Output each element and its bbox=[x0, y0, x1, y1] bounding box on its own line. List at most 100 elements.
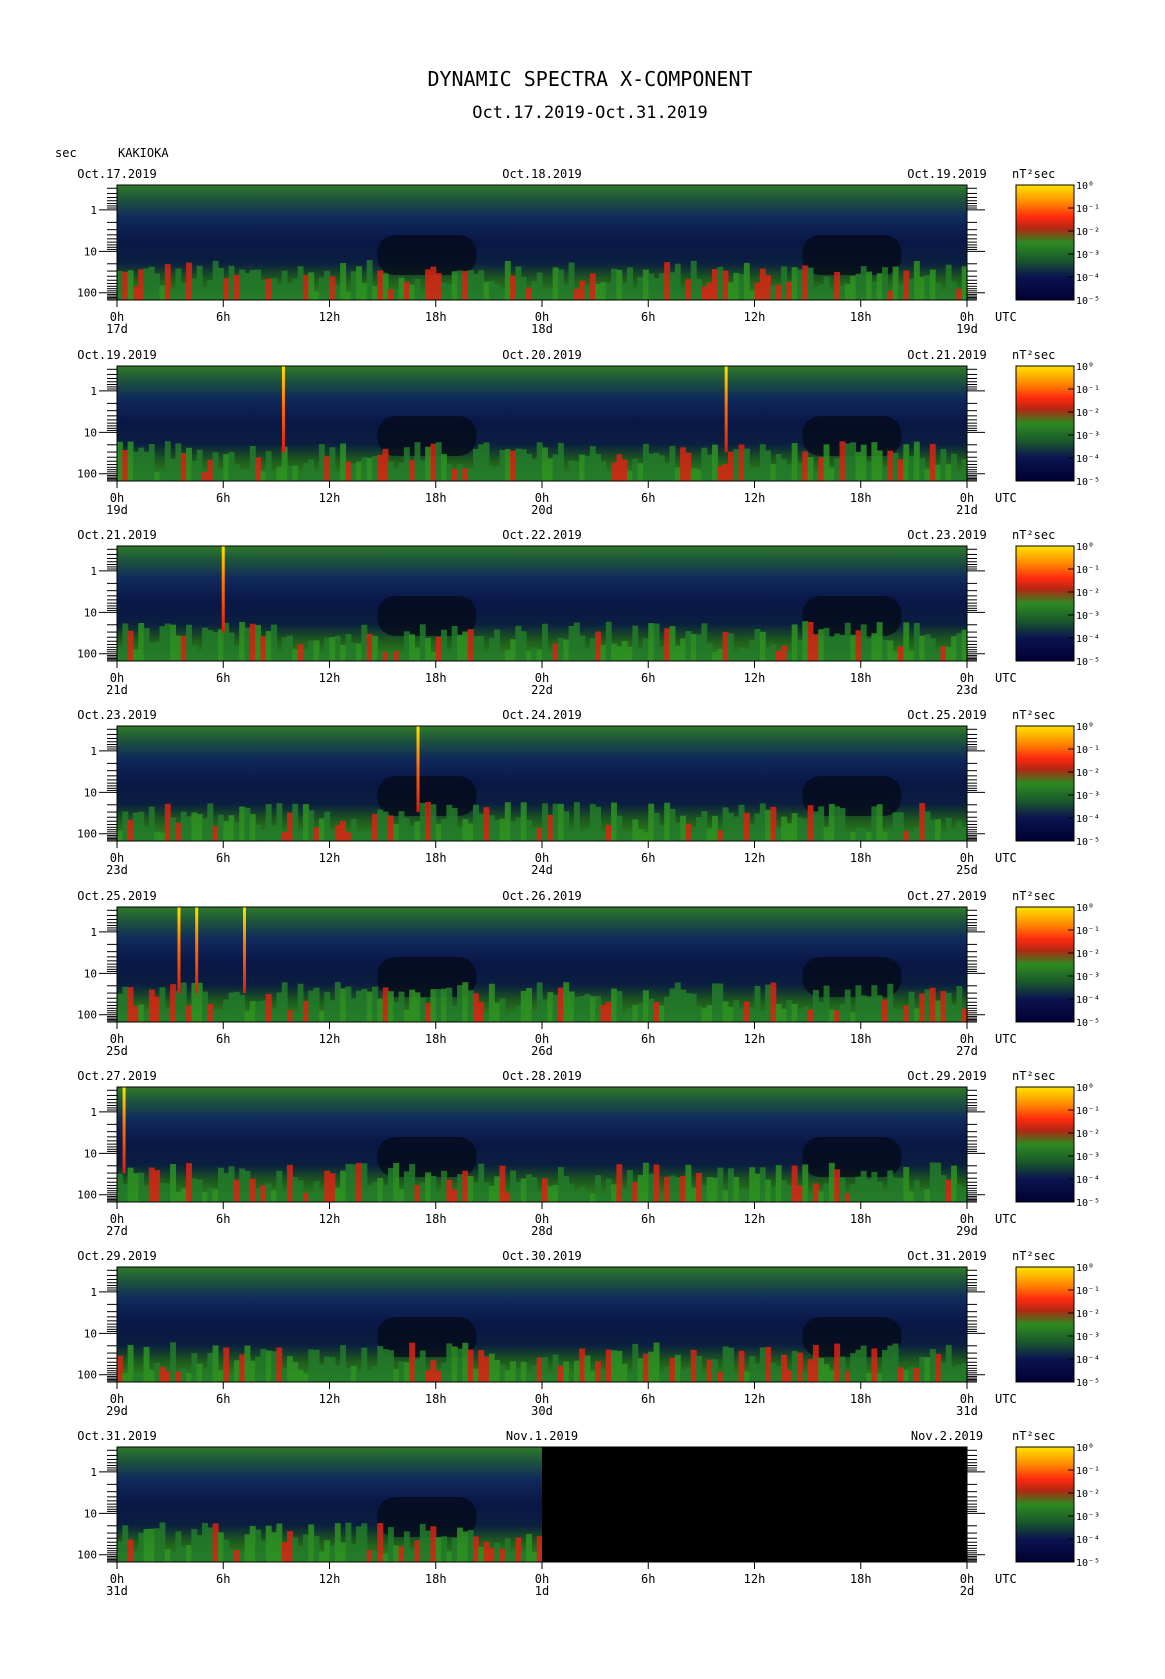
activity-bar bbox=[882, 831, 888, 841]
activity-bar bbox=[451, 271, 458, 300]
activity-bar bbox=[706, 282, 713, 300]
activity-bar bbox=[159, 987, 166, 1022]
activity-bar bbox=[223, 454, 230, 481]
activity-bar bbox=[834, 806, 841, 841]
activity-bar bbox=[791, 813, 798, 841]
colorbar-tick-label: 10⁻³ bbox=[1076, 972, 1100, 983]
activity-bar bbox=[855, 273, 862, 300]
activity-bar bbox=[557, 1365, 564, 1382]
activity-bar bbox=[765, 1346, 772, 1382]
colorbar bbox=[1015, 725, 1075, 842]
colorbar-tick-label: 10⁻⁴ bbox=[1076, 273, 1100, 284]
activity-bar bbox=[812, 811, 819, 841]
activity-bar bbox=[159, 469, 166, 481]
activity-bar bbox=[318, 277, 325, 300]
activity-bar bbox=[515, 625, 522, 661]
activity-bar bbox=[876, 1373, 883, 1382]
y-tick-label: 1 bbox=[90, 385, 97, 398]
activity-bar bbox=[398, 811, 405, 841]
activity-bar bbox=[547, 815, 554, 841]
activity-bar bbox=[175, 635, 182, 661]
activity-bar bbox=[217, 629, 224, 661]
activity-bar bbox=[557, 442, 564, 481]
activity-bar bbox=[372, 635, 378, 661]
colorbar-tick-label: 10⁻¹ bbox=[1076, 1106, 1100, 1117]
activity-bar bbox=[924, 1357, 931, 1382]
activity-bar bbox=[403, 1009, 410, 1022]
activity-bar bbox=[271, 278, 277, 300]
activity-bar bbox=[929, 443, 936, 481]
activity-bar bbox=[866, 831, 872, 841]
activity-bar bbox=[143, 268, 150, 300]
activity-bar bbox=[154, 996, 161, 1022]
activity-bar bbox=[244, 1170, 251, 1202]
activity-bar bbox=[217, 267, 224, 300]
activity-bar bbox=[807, 1193, 814, 1202]
colorbar-unit: nT²sec bbox=[1012, 1429, 1055, 1443]
activity-bar bbox=[775, 1366, 782, 1382]
colorbar-tick-label: 10⁻⁴ bbox=[1076, 1535, 1100, 1546]
colorbar-tick-label: 10⁻² bbox=[1076, 408, 1100, 419]
activity-bar bbox=[414, 821, 421, 841]
activity-bar bbox=[462, 1342, 469, 1382]
x-tick-label: 6h bbox=[216, 851, 230, 865]
activity-bar bbox=[526, 453, 532, 481]
activity-bar bbox=[387, 1167, 394, 1202]
activity-bar bbox=[908, 456, 915, 481]
activity-bar bbox=[366, 457, 373, 481]
activity-bar bbox=[653, 278, 660, 300]
activity-bar bbox=[749, 639, 756, 661]
activity-bar bbox=[164, 623, 171, 661]
activity-bar bbox=[430, 652, 437, 661]
day-label: 23d bbox=[956, 683, 978, 697]
activity-bar bbox=[573, 461, 580, 481]
activity-bar bbox=[616, 646, 623, 661]
activity-bar bbox=[781, 458, 787, 481]
activity-bar bbox=[414, 647, 421, 661]
activity-bar bbox=[260, 636, 267, 661]
activity-bar bbox=[366, 830, 373, 841]
activity-bar bbox=[887, 290, 894, 300]
activity-bar bbox=[207, 1187, 214, 1202]
activity-bar bbox=[743, 1371, 750, 1382]
activity-bar bbox=[712, 1359, 718, 1382]
activity-bar bbox=[781, 1008, 787, 1022]
activity-bar bbox=[239, 621, 246, 661]
activity-bar bbox=[552, 454, 559, 481]
activity-bar bbox=[637, 647, 644, 661]
activity-bar bbox=[940, 1175, 947, 1202]
day-label: 30d bbox=[531, 1404, 553, 1418]
panel-4: Oct.23.2019 Oct.24.2019 Oct.25.2019 nT²sec 1… bbox=[77, 708, 1100, 877]
panel-mid-date: Oct.20.2019 bbox=[502, 348, 581, 362]
activity-bar bbox=[908, 278, 915, 300]
activity-bar bbox=[265, 1350, 272, 1382]
activity-bar bbox=[823, 276, 830, 300]
activity-bar bbox=[717, 266, 724, 300]
activity-bar bbox=[712, 1177, 718, 1202]
colorbar bbox=[1015, 1086, 1075, 1203]
activity-bar bbox=[510, 450, 517, 481]
activity-bar bbox=[871, 281, 878, 300]
activity-bar bbox=[504, 802, 511, 841]
activity-bar bbox=[775, 827, 782, 841]
activity-bar bbox=[781, 816, 787, 841]
activity-bar bbox=[648, 623, 655, 661]
activity-bar bbox=[892, 1008, 899, 1022]
activity-bar bbox=[228, 1548, 235, 1562]
activity-bar bbox=[903, 444, 910, 481]
activity-bar bbox=[897, 646, 904, 661]
activity-bar bbox=[929, 1162, 936, 1202]
activity-bar bbox=[143, 628, 150, 661]
activity-bar bbox=[122, 811, 129, 841]
panel-left-date: Oct.19.2019 bbox=[77, 348, 156, 362]
x-tick-label: 6h bbox=[641, 671, 655, 685]
activity-bar bbox=[791, 1003, 798, 1022]
activity-bar bbox=[419, 1350, 426, 1382]
activity-bar bbox=[318, 1551, 325, 1562]
activity-bar bbox=[287, 1531, 293, 1562]
activity-bar bbox=[876, 995, 883, 1022]
activity-bar bbox=[627, 1008, 633, 1022]
activity-bar bbox=[170, 1164, 177, 1202]
activity-bar bbox=[313, 827, 320, 841]
activity-bar bbox=[228, 265, 235, 300]
